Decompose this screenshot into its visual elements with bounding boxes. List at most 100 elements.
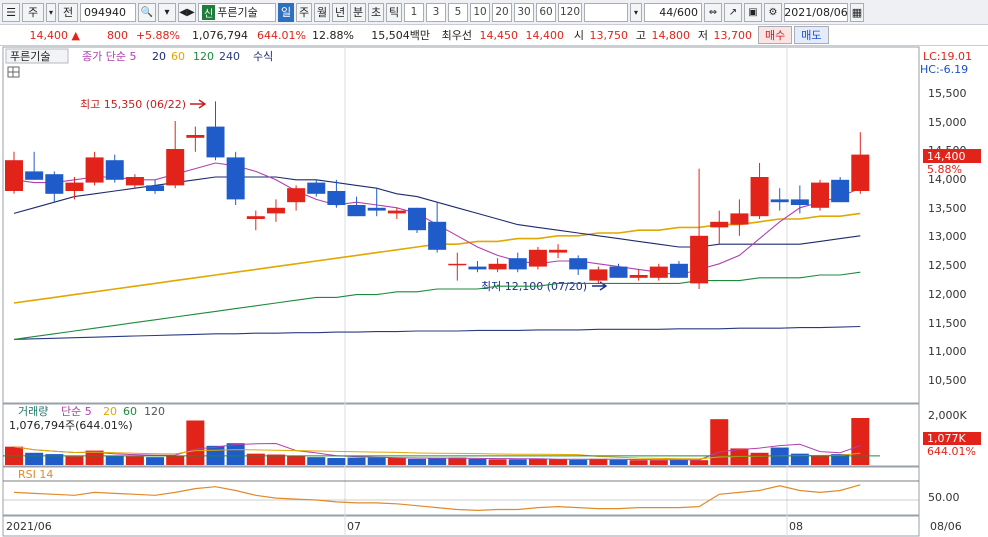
volume-bar (589, 458, 608, 465)
volume-bar (105, 455, 124, 465)
volume-bar (609, 459, 628, 465)
interval-3[interactable]: 3 (426, 2, 446, 22)
list-icon[interactable]: ☰ (2, 2, 20, 22)
volume-bar (629, 460, 648, 465)
candle-body (146, 185, 165, 191)
interval-10[interactable]: 10 (470, 2, 490, 22)
chevron-down-icon[interactable]: ▾ (46, 2, 56, 22)
toolbar: ☰ 주 ▾ 전 094940 🔍 ▾ ◀▶ 신 푸른기술 일 주 월 년 분 초… (0, 0, 988, 25)
candle-body (307, 182, 326, 194)
volume-ma60: 60 (123, 405, 137, 418)
volume-bar (347, 457, 366, 465)
period-minute[interactable]: 분 (350, 2, 366, 22)
volume-bar (649, 460, 668, 465)
candle-body (831, 179, 850, 203)
candle-body (669, 263, 688, 278)
price-tick: 13,500 (928, 202, 967, 215)
stock-code-input[interactable]: 094940 (80, 2, 136, 22)
volume: 1,076,794 (192, 28, 248, 42)
volume-bar (307, 457, 326, 465)
candle-body (5, 160, 23, 191)
open-label: 시 (573, 29, 584, 42)
candle-body (45, 174, 64, 194)
sell-button[interactable]: 매도 (794, 26, 829, 44)
interval-5[interactable]: 5 (448, 2, 468, 22)
stock-name-box[interactable]: 신 푸른기술 (198, 2, 276, 22)
hc-label: HC:-6.19 (920, 63, 968, 76)
period-year[interactable]: 년 (332, 2, 348, 22)
x-label-jul: 07 (347, 520, 361, 533)
interval-input[interactable] (584, 2, 628, 22)
volume-bar (125, 456, 144, 465)
candle-body (750, 177, 769, 217)
price-tick: 11,500 (928, 317, 967, 330)
low-price: 13,700 (713, 28, 753, 42)
x-axis-frame (2, 515, 920, 537)
interval-dropdown-icon[interactable]: ▾ (630, 2, 642, 22)
candle-body (690, 235, 709, 284)
count-field[interactable]: 44/600 (644, 2, 702, 22)
candle-body (186, 135, 205, 138)
volume-bar (448, 457, 467, 465)
volume-bar (710, 419, 729, 465)
volume-bar (750, 452, 769, 465)
candle-body (287, 188, 306, 203)
search-icon[interactable]: 🔍 (138, 2, 156, 22)
interval-20[interactable]: 20 (492, 2, 512, 22)
interval-60[interactable]: 60 (536, 2, 556, 22)
volume-bar (549, 459, 568, 465)
candle-body (246, 216, 265, 219)
candle-body (125, 177, 144, 186)
volume-bar (146, 457, 165, 465)
current-pct-label: 5.88% (927, 163, 962, 176)
candle-body (730, 213, 749, 225)
calendar-icon[interactable]: ▦ (850, 2, 864, 22)
zoom-icon[interactable]: ⇔ (704, 2, 722, 22)
candle-body (569, 258, 588, 270)
price-tick: 13,000 (928, 230, 967, 243)
save-icon[interactable]: ▣ (744, 2, 762, 22)
arrows-icon[interactable]: ◀▶ (178, 2, 196, 22)
draw-tool-icon[interactable]: ↗ (724, 2, 742, 22)
buy-button[interactable]: 매수 (758, 26, 793, 44)
period-month[interactable]: 월 (314, 2, 330, 22)
prev-button[interactable]: 전 (58, 2, 78, 22)
candle-body (105, 160, 124, 180)
interval-30[interactable]: 30 (514, 2, 534, 22)
price-change-pct: +5.88% (135, 28, 180, 42)
volume-bar (287, 455, 306, 465)
low-label: 저 (697, 29, 708, 42)
candle-body (770, 199, 789, 203)
volume-ma-prefix: 단순 5 (61, 405, 92, 418)
candle-body (508, 258, 527, 270)
history-icon[interactable]: ▾ (158, 2, 176, 22)
volume-bar (327, 458, 346, 465)
count-value: 44 (659, 5, 674, 19)
volume-bar (186, 420, 205, 465)
market-select[interactable]: 주 (22, 2, 44, 22)
price-tick: 15,500 (928, 87, 967, 100)
interval-120[interactable]: 120 (558, 2, 582, 22)
candle-body (85, 157, 104, 183)
chart-area[interactable]: 푸른기술 종가 단순 5 20 60 120 240 수식 LC:19.01 H… (0, 46, 988, 537)
gear-icon[interactable]: ⚙ (764, 2, 782, 22)
period-week[interactable]: 주 (296, 2, 312, 22)
high-label: 고 (635, 29, 646, 42)
interval-1[interactable]: 1 (404, 2, 424, 22)
volume-ma120: 120 (144, 405, 165, 418)
legend-ma20: 20 (152, 50, 166, 63)
current-price: 14,400 ▲ (29, 28, 80, 42)
candle-body (327, 191, 346, 205)
candle-body (811, 182, 829, 208)
candle-body (649, 266, 668, 278)
date-field[interactable]: 2021/08/06 (784, 2, 848, 22)
period-tick[interactable]: 틱 (386, 2, 402, 22)
candle-body (166, 149, 185, 186)
open-price: 13,750 (589, 28, 629, 42)
legend-ma60: 60 (171, 50, 185, 63)
legend-ma240: 240 (219, 50, 240, 63)
period-second[interactable]: 초 (368, 2, 384, 22)
price-axis: 15,500 15,000 14,500 14,000 13,500 13,00… (928, 87, 967, 387)
period-day[interactable]: 일 (278, 2, 294, 22)
volume-bar (528, 458, 547, 465)
